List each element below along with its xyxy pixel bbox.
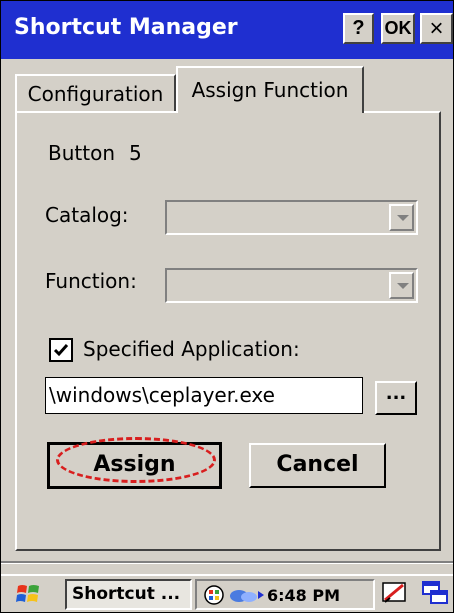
help-button[interactable]: ?	[343, 13, 374, 44]
connection-icon[interactable]	[229, 585, 265, 605]
catalog-label: Catalog:	[45, 203, 129, 227]
system-tray: 6:48 PM	[195, 579, 375, 610]
close-button[interactable]: ×	[420, 13, 453, 44]
taskbar-task-label: Shortcut ...	[72, 584, 181, 604]
shortcut-manager-window: Shortcut Manager ? OK × Configuration As…	[0, 0, 454, 613]
taskbar-shortcut-button[interactable]: Shortcut ...	[65, 579, 192, 610]
network-icon[interactable]	[203, 584, 225, 606]
tab-configuration[interactable]: Configuration	[15, 74, 176, 112]
desktop-icon[interactable]	[381, 580, 409, 606]
function-select[interactable]	[165, 268, 418, 303]
button-number: 5	[129, 141, 142, 165]
assign-label: Assign	[93, 452, 176, 477]
tab-assign-function-label: Assign Function	[191, 78, 349, 102]
specified-application-label: Specified Application:	[83, 337, 300, 361]
tab-configuration-label: Configuration	[27, 82, 164, 106]
input-panel-bar	[1, 563, 453, 574]
cancel-label: Cancel	[276, 452, 359, 477]
window-switch-icon[interactable]	[421, 580, 451, 606]
clock: 6:48 PM	[267, 586, 341, 605]
ok-button[interactable]: OK	[381, 13, 415, 44]
windows-flag-icon[interactable]	[15, 581, 41, 607]
browse-button[interactable]: ...	[375, 381, 417, 415]
ok-icon: OK	[384, 18, 412, 38]
window-title: Shortcut Manager	[14, 15, 238, 40]
cancel-button[interactable]: Cancel	[249, 443, 386, 488]
dropdown-arrow-icon[interactable]	[389, 272, 414, 299]
dropdown-arrow-icon[interactable]	[389, 204, 414, 231]
help-icon: ?	[352, 17, 365, 39]
browse-label: ...	[385, 383, 407, 404]
catalog-select[interactable]	[165, 200, 418, 235]
button-label: Button	[48, 141, 115, 165]
title-bar: Shortcut Manager ? OK ×	[1, 1, 453, 59]
specified-application-checkbox[interactable]	[49, 338, 73, 362]
assign-button[interactable]: Assign	[47, 442, 222, 489]
tab-assign-function[interactable]: Assign Function	[176, 66, 364, 113]
taskbar: Shortcut ... 6:48 PM	[1, 574, 453, 612]
close-icon: ×	[429, 15, 444, 42]
application-path-input[interactable]: \windows\ceplayer.exe	[45, 377, 363, 414]
function-label: Function:	[45, 269, 137, 293]
checkmark-icon	[53, 344, 69, 357]
